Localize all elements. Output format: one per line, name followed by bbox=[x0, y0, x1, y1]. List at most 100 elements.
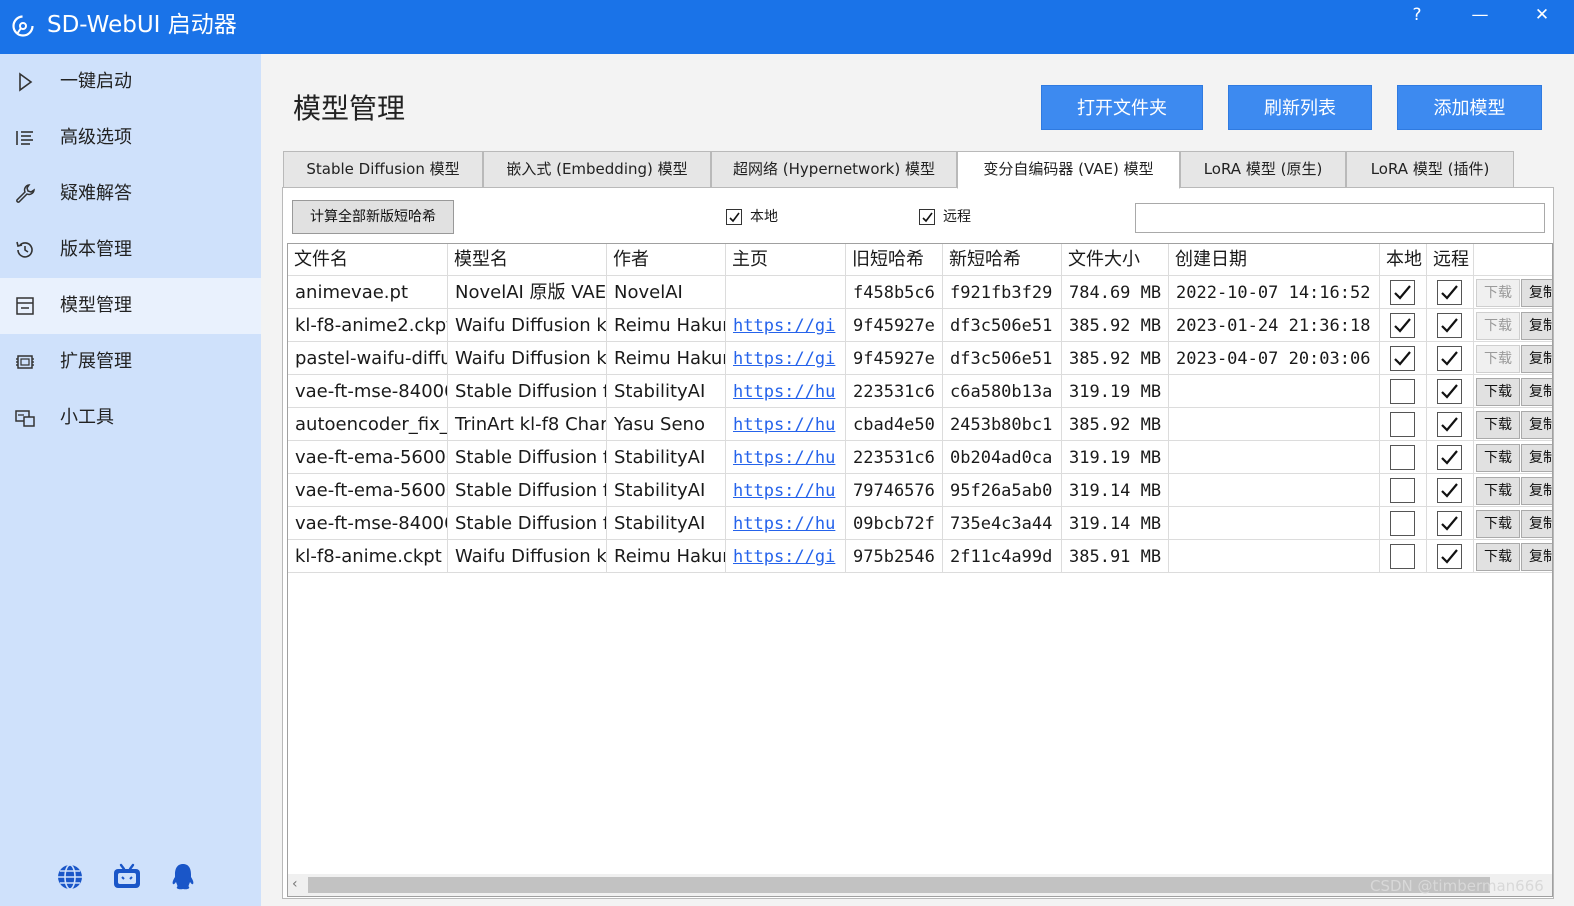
remote-checkbox[interactable] bbox=[1437, 379, 1462, 404]
copy-button[interactable]: 复制 bbox=[1521, 411, 1552, 439]
filter-remote-checkbox[interactable] bbox=[919, 209, 935, 225]
column-header-local[interactable]: 本地 bbox=[1380, 244, 1427, 276]
horizontal-scrollbar[interactable]: ‹ bbox=[288, 874, 1552, 896]
download-button[interactable]: 下载 bbox=[1476, 378, 1520, 406]
column-header-author[interactable]: 作者 bbox=[607, 244, 726, 276]
cell-homepage-text[interactable]: https://gi bbox=[733, 316, 835, 336]
table-row[interactable]: animevae.pt NovelAI 原版 VAE NovelAI f458b5c6… bbox=[288, 276, 1552, 309]
copy-button[interactable]: 复制 bbox=[1521, 279, 1552, 307]
qq-icon[interactable] bbox=[168, 862, 198, 892]
tab-hypernetwork[interactable]: 超网络 (Hypernetwork) 模型 bbox=[711, 151, 957, 188]
local-checkbox[interactable] bbox=[1390, 346, 1415, 371]
copy-button[interactable]: 复制 bbox=[1521, 477, 1552, 505]
open-folder-button[interactable]: 打开文件夹 bbox=[1041, 85, 1203, 130]
remote-checkbox[interactable] bbox=[1437, 412, 1462, 437]
refresh-list-button[interactable]: 刷新列表 bbox=[1228, 85, 1372, 130]
local-checkbox[interactable] bbox=[1390, 412, 1415, 437]
cell-homepage-text[interactable]: https://gi bbox=[733, 349, 835, 369]
cell-homepage[interactable]: https://hu bbox=[726, 507, 846, 540]
local-checkbox[interactable] bbox=[1390, 313, 1415, 338]
sidebar-item-models[interactable]: 模型管理 bbox=[0, 278, 261, 334]
download-button[interactable]: 下载 bbox=[1476, 477, 1520, 505]
cell-homepage-text[interactable]: https://hu bbox=[733, 415, 835, 435]
tab-stable-diffusion[interactable]: Stable Diffusion 模型 bbox=[283, 151, 483, 188]
cell-homepage[interactable]: https://gi bbox=[726, 342, 846, 375]
remote-checkbox[interactable] bbox=[1437, 280, 1462, 305]
table-row[interactable]: vae-ft-mse-84000 Stable Diffusion ft Stabi… bbox=[288, 507, 1552, 540]
download-button[interactable]: 下载 bbox=[1476, 444, 1520, 472]
sidebar-item-advanced[interactable]: 高级选项 bbox=[0, 110, 261, 166]
download-button[interactable]: 下载 bbox=[1476, 543, 1520, 571]
local-checkbox[interactable] bbox=[1390, 478, 1415, 503]
cell-homepage[interactable]: https://gi bbox=[726, 540, 846, 573]
sidebar-item-versions[interactable]: 版本管理 bbox=[0, 222, 261, 278]
local-checkbox[interactable] bbox=[1390, 379, 1415, 404]
column-header-size[interactable]: 文件大小 bbox=[1062, 244, 1169, 276]
add-model-button[interactable]: 添加模型 bbox=[1397, 85, 1542, 130]
table-row[interactable]: vae-ft-mse-84000 Stable Diffusion ft Stabi… bbox=[288, 375, 1552, 408]
tab-lora-plugin[interactable]: LoRA 模型 (插件) bbox=[1346, 151, 1514, 188]
remote-checkbox[interactable] bbox=[1437, 478, 1462, 503]
tab-vae[interactable]: 变分自编码器 (VAE) 模型 bbox=[957, 151, 1180, 189]
table-row[interactable]: pastel-waifu-diffu Waifu Diffusion kl Reim… bbox=[288, 342, 1552, 375]
remote-checkbox[interactable] bbox=[1437, 346, 1462, 371]
sidebar-item-launch[interactable]: 一键启动 bbox=[0, 54, 261, 110]
cell-homepage-text[interactable]: https://gi bbox=[733, 547, 835, 567]
column-header-model[interactable]: 模型名 bbox=[448, 244, 607, 276]
copy-button[interactable]: 复制 bbox=[1521, 345, 1552, 373]
cell-homepage[interactable]: https://hu bbox=[726, 474, 846, 507]
column-header-new-hash[interactable]: 新短哈希 bbox=[943, 244, 1062, 276]
cell-homepage-text[interactable]: https://hu bbox=[733, 448, 835, 468]
cell-homepage[interactable]: https://hu bbox=[726, 375, 846, 408]
play-icon bbox=[19, 72, 33, 92]
table-row[interactable]: kl-f8-anime2.ckpt Waifu Diffusion kl Reimu… bbox=[288, 309, 1552, 342]
sidebar-item-extensions[interactable]: 扩展管理 bbox=[0, 334, 261, 390]
table-row[interactable]: vae-ft-ema-56000 Stable Diffusion ft Stabi… bbox=[288, 441, 1552, 474]
table-row[interactable]: autoencoder_fix_k TrinArt kl-f8 Chara Yasu… bbox=[288, 408, 1552, 441]
sidebar-item-troubleshoot[interactable]: 疑难解答 bbox=[0, 166, 261, 222]
column-header-old-hash[interactable]: 旧短哈希 bbox=[846, 244, 943, 276]
filter-local[interactable]: 本地 bbox=[726, 208, 786, 226]
table-row[interactable]: kl-f8-anime.ckpt Waifu Diffusion kl Reimu … bbox=[288, 540, 1552, 573]
close-button[interactable]: ✕ bbox=[1528, 4, 1556, 26]
bilibili-icon[interactable] bbox=[112, 862, 142, 892]
scroll-left-icon[interactable]: ‹ bbox=[292, 876, 298, 892]
search-input[interactable] bbox=[1135, 203, 1545, 233]
remote-checkbox[interactable] bbox=[1437, 511, 1462, 536]
tab-embedding[interactable]: 嵌入式 (Embedding) 模型 bbox=[483, 151, 711, 188]
download-button[interactable]: 下载 bbox=[1476, 411, 1520, 439]
remote-checkbox[interactable] bbox=[1437, 544, 1462, 569]
local-checkbox[interactable] bbox=[1390, 511, 1415, 536]
tab-lora-native[interactable]: LoRA 模型 (原生) bbox=[1180, 151, 1346, 188]
cell-homepage[interactable]: https://hu bbox=[726, 408, 846, 441]
table-row[interactable]: vae-ft-ema-56000 Stable Diffusion ft Stabi… bbox=[288, 474, 1552, 507]
cell-homepage-text[interactable]: https://hu bbox=[733, 514, 835, 534]
copy-button[interactable]: 复制 bbox=[1521, 444, 1552, 472]
cell-homepage-text[interactable]: https://hu bbox=[733, 481, 835, 501]
column-header-remote[interactable]: 远程 bbox=[1427, 244, 1474, 276]
copy-button[interactable]: 复制 bbox=[1521, 378, 1552, 406]
scrollbar-thumb[interactable] bbox=[308, 877, 1490, 893]
cell-homepage[interactable]: https://gi bbox=[726, 309, 846, 342]
local-checkbox[interactable] bbox=[1390, 280, 1415, 305]
local-checkbox[interactable] bbox=[1390, 445, 1415, 470]
copy-button[interactable]: 复制 bbox=[1521, 312, 1552, 340]
calc-hash-button[interactable]: 计算全部新版短哈希 bbox=[292, 200, 454, 234]
filter-local-checkbox[interactable] bbox=[726, 209, 742, 225]
download-button[interactable]: 下载 bbox=[1476, 510, 1520, 538]
minimize-button[interactable]: — bbox=[1466, 4, 1494, 26]
remote-checkbox[interactable] bbox=[1437, 445, 1462, 470]
globe-icon[interactable] bbox=[55, 862, 85, 892]
copy-button[interactable]: 复制 bbox=[1521, 510, 1552, 538]
sidebar-item-tools[interactable]: 小工具 bbox=[0, 390, 261, 446]
filter-remote[interactable]: 远程 bbox=[919, 208, 979, 226]
cell-homepage[interactable]: https://hu bbox=[726, 441, 846, 474]
column-header-homepage[interactable]: 主页 bbox=[726, 244, 846, 276]
column-header-file[interactable]: 文件名 bbox=[288, 244, 448, 276]
help-button[interactable]: ? bbox=[1403, 4, 1431, 26]
cell-homepage-text[interactable]: https://hu bbox=[733, 382, 835, 402]
local-checkbox[interactable] bbox=[1390, 544, 1415, 569]
remote-checkbox[interactable] bbox=[1437, 313, 1462, 338]
column-header-date[interactable]: 创建日期 bbox=[1169, 244, 1380, 276]
copy-button[interactable]: 复制 bbox=[1521, 543, 1552, 571]
